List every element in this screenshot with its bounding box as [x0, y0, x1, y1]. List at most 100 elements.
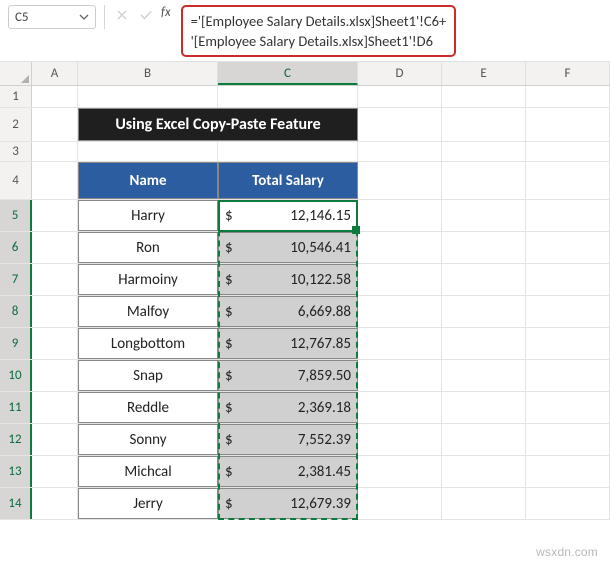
cell[interactable]	[358, 392, 442, 423]
row-header[interactable]: 2	[0, 108, 32, 141]
cell-name[interactable]: Jerry	[78, 488, 218, 519]
cell[interactable]	[442, 264, 526, 295]
cell-name[interactable]: Michcal	[78, 456, 218, 487]
cell-name[interactable]: Malfoy	[78, 296, 218, 327]
cell[interactable]	[442, 232, 526, 263]
cell[interactable]	[526, 392, 610, 423]
cell[interactable]	[358, 162, 442, 199]
cell[interactable]	[442, 108, 526, 141]
cell[interactable]	[526, 456, 610, 487]
cell-salary[interactable]: $7,552.39	[218, 424, 358, 455]
col-header-b[interactable]: B	[78, 62, 218, 85]
row-header[interactable]: 7	[0, 264, 32, 295]
cell[interactable]	[32, 296, 78, 327]
table-header-salary[interactable]: Total Salary	[218, 162, 358, 199]
cell[interactable]	[442, 162, 526, 199]
fx-icon[interactable]: fx	[161, 5, 171, 20]
cell[interactable]	[526, 162, 610, 199]
cell[interactable]	[78, 142, 218, 161]
row-header[interactable]: 10	[0, 360, 32, 391]
cell[interactable]	[32, 360, 78, 391]
name-box[interactable]: C5	[8, 5, 96, 29]
select-all-triangle[interactable]	[0, 62, 32, 85]
col-header-e[interactable]: E	[442, 62, 526, 85]
cell[interactable]	[358, 328, 442, 359]
formula-bar[interactable]: ='[Employee Salary Details.xlsx]Sheet1'!…	[181, 5, 457, 57]
cell-salary[interactable]: $12,679.39	[218, 488, 358, 519]
row-header[interactable]: 12	[0, 424, 32, 455]
cell[interactable]	[358, 86, 442, 107]
cell[interactable]	[32, 232, 78, 263]
cell[interactable]	[526, 232, 610, 263]
cell[interactable]	[442, 488, 526, 519]
cell[interactable]	[442, 142, 526, 161]
cell[interactable]	[32, 456, 78, 487]
cell[interactable]	[442, 424, 526, 455]
cell[interactable]	[358, 360, 442, 391]
cell[interactable]	[358, 264, 442, 295]
cell-salary[interactable]: $12,146.15	[218, 200, 358, 231]
cell[interactable]	[218, 86, 358, 107]
cell[interactable]	[358, 108, 442, 141]
row-header[interactable]: 3	[0, 142, 32, 161]
cell[interactable]	[358, 200, 442, 231]
row-header[interactable]: 13	[0, 456, 32, 487]
cell-salary[interactable]: $12,767.85	[218, 328, 358, 359]
cell-name[interactable]: Sonny	[78, 424, 218, 455]
cell-name[interactable]: Snap	[78, 360, 218, 391]
cell[interactable]	[32, 392, 78, 423]
cell[interactable]	[526, 296, 610, 327]
cell[interactable]	[358, 296, 442, 327]
cell[interactable]	[32, 142, 78, 161]
cell[interactable]	[32, 424, 78, 455]
cell-salary[interactable]: $10,122.58	[218, 264, 358, 295]
cell[interactable]	[526, 424, 610, 455]
cell[interactable]	[526, 328, 610, 359]
cell[interactable]	[358, 424, 442, 455]
row-header[interactable]: 14	[0, 488, 32, 519]
cell[interactable]	[358, 142, 442, 161]
cell[interactable]	[442, 456, 526, 487]
spreadsheet-grid[interactable]: 1 2 Using Excel Copy-Paste Feature 3 4 N…	[0, 86, 610, 520]
cell[interactable]	[526, 142, 610, 161]
cell[interactable]	[32, 108, 78, 141]
row-header[interactable]: 1	[0, 86, 32, 107]
cell[interactable]	[526, 86, 610, 107]
col-header-f[interactable]: F	[526, 62, 610, 85]
cell[interactable]	[526, 200, 610, 231]
cell[interactable]	[358, 232, 442, 263]
cell-salary[interactable]: $2,369.18	[218, 392, 358, 423]
cell-name[interactable]: Harmoiny	[78, 264, 218, 295]
cell[interactable]	[32, 162, 78, 199]
row-header[interactable]: 6	[0, 232, 32, 263]
cell-name[interactable]: Harry	[78, 200, 218, 231]
cell-salary[interactable]: $7,859.50	[218, 360, 358, 391]
cell[interactable]	[442, 296, 526, 327]
cell-salary[interactable]: $6,669.88	[218, 296, 358, 327]
cell-salary[interactable]: $10,546.41	[218, 232, 358, 263]
cell-name[interactable]: Reddle	[78, 392, 218, 423]
cell-name[interactable]: Longbottom	[78, 328, 218, 359]
col-header-a[interactable]: A	[32, 62, 78, 85]
row-header[interactable]: 11	[0, 392, 32, 423]
cell[interactable]	[32, 86, 78, 107]
cell[interactable]	[442, 86, 526, 107]
cell[interactable]	[442, 360, 526, 391]
col-header-d[interactable]: D	[358, 62, 442, 85]
cell[interactable]	[32, 264, 78, 295]
cell[interactable]	[442, 328, 526, 359]
row-header[interactable]: 4	[0, 162, 32, 199]
cell[interactable]	[358, 488, 442, 519]
table-header-name[interactable]: Name	[78, 162, 218, 199]
cell[interactable]	[32, 488, 78, 519]
cell[interactable]	[358, 456, 442, 487]
cell[interactable]	[526, 488, 610, 519]
cell[interactable]	[442, 200, 526, 231]
cell[interactable]	[526, 360, 610, 391]
cell-salary[interactable]: $2,381.45	[218, 456, 358, 487]
row-header[interactable]: 8	[0, 296, 32, 327]
cell[interactable]	[78, 86, 218, 107]
col-header-c[interactable]: C	[218, 62, 358, 85]
row-header[interactable]: 5	[0, 200, 32, 231]
cell[interactable]	[32, 328, 78, 359]
